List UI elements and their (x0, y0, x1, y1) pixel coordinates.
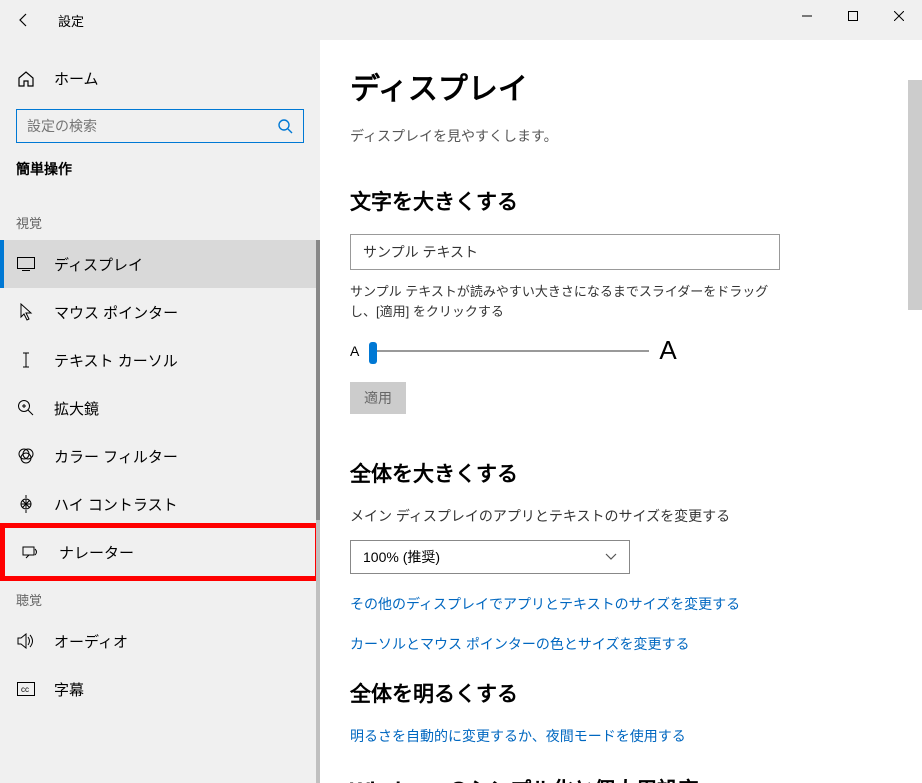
narrator-icon (21, 542, 41, 562)
sidebar-item-magnifier[interactable]: 拡大鏡 (0, 384, 320, 432)
small-a-label: A (350, 343, 359, 359)
slider-thumb[interactable] (369, 342, 377, 364)
home-label: ホーム (54, 68, 99, 89)
content-scrollbar-thumb[interactable] (908, 80, 922, 310)
sidebar-item-narrator[interactable]: ナレーター (5, 528, 315, 576)
minimize-icon (802, 11, 812, 21)
sidebar-item-label: ディスプレイ (54, 254, 143, 275)
back-button[interactable] (0, 0, 48, 40)
close-icon (894, 11, 904, 21)
magnifier-icon (16, 398, 36, 418)
high-contrast-icon (16, 494, 36, 514)
home-icon (16, 69, 36, 89)
chevron-down-icon (605, 553, 617, 561)
link-cursor-pointer[interactable]: カーソルとマウス ポインターの色とサイズを変更する (350, 634, 892, 654)
arrow-left-icon (16, 12, 32, 28)
maximize-icon (848, 11, 858, 21)
display-icon (16, 254, 36, 274)
text-size-slider-row: A A (350, 335, 892, 366)
page-title: ディスプレイ (350, 64, 892, 108)
section-text-size-heading: 文字を大きくする (350, 186, 892, 216)
sidebar-item-color-filter[interactable]: カラー フィルター (0, 432, 320, 480)
link-brightness[interactable]: 明るさを自動的に変更するか、夜間モードを使用する (350, 726, 892, 746)
sample-text-box: サンプル テキスト (350, 234, 780, 270)
text-size-slider[interactable] (369, 350, 649, 352)
sidebar-item-label: テキスト カーソル (54, 350, 178, 371)
sidebar-item-mouse-pointer[interactable]: マウス ポインター (0, 288, 320, 336)
window-controls (784, 0, 922, 32)
maximize-button[interactable] (830, 0, 876, 32)
sidebar-item-label: ナレーター (59, 542, 134, 563)
minimize-button[interactable] (784, 0, 830, 32)
section-brightness-heading: 全体を明るくする (350, 678, 892, 708)
section-simplify-heading: Windows のシンプル化と個人用設定 (350, 774, 892, 783)
color-filter-icon (16, 446, 36, 466)
scale-help-text: メイン ディスプレイのアプリとテキストのサイズを変更する (350, 506, 892, 526)
search-input-box[interactable] (16, 109, 304, 143)
section-vision-label: 視覚 (0, 199, 320, 240)
sidebar-item-label: 拡大鏡 (54, 398, 99, 419)
scale-dropdown[interactable]: 100% (推奨) (350, 540, 630, 574)
window-title: 設定 (58, 11, 84, 30)
sidebar-item-high-contrast[interactable]: ハイ コントラスト (0, 480, 320, 528)
caption-icon: cc (16, 679, 36, 699)
sidebar-item-label: マウス ポインター (54, 302, 178, 323)
sidebar-item-caption[interactable]: cc 字幕 (0, 665, 320, 713)
close-button[interactable] (876, 0, 922, 32)
section-hearing-label: 聴覚 (0, 576, 320, 617)
search-icon (277, 118, 293, 134)
content-area: ディスプレイ ディスプレイを見やすくします。 文字を大きくする サンプル テキス… (320, 40, 922, 783)
audio-icon (16, 631, 36, 651)
svg-text:cc: cc (21, 685, 29, 694)
pointer-icon (16, 302, 36, 322)
sidebar-item-label: 字幕 (54, 679, 84, 700)
section-scale-heading: 全体を大きくする (350, 458, 892, 488)
search-input[interactable] (27, 118, 277, 134)
home-nav[interactable]: ホーム (0, 60, 320, 97)
content-scrollbar[interactable] (908, 80, 922, 783)
apply-button[interactable]: 適用 (350, 382, 406, 414)
sidebar-item-audio[interactable]: オーディオ (0, 617, 320, 665)
titlebar: 設定 (0, 0, 922, 40)
text-cursor-icon (16, 350, 36, 370)
large-a-label: A (659, 335, 676, 366)
category-title: 簡単操作 (0, 159, 320, 199)
dropdown-value: 100% (推奨) (363, 547, 440, 567)
sidebar: ホーム 簡単操作 視覚 ディスプレイ マウス ポインター テキスト カーソル 拡… (0, 40, 320, 783)
sidebar-item-label: カラー フィルター (54, 446, 178, 467)
sidebar-item-label: ハイ コントラスト (54, 494, 178, 515)
sample-help-text: サンプル テキストが読みやすい大きさになるまでスライダーをドラッグし、[適用] … (350, 282, 780, 321)
page-subtitle: ディスプレイを見やすくします。 (350, 126, 892, 146)
sidebar-item-text-cursor[interactable]: テキスト カーソル (0, 336, 320, 384)
sidebar-item-display[interactable]: ディスプレイ (0, 240, 320, 288)
highlight-box: ナレーター (0, 523, 320, 581)
sidebar-item-label: オーディオ (54, 631, 128, 652)
link-other-displays[interactable]: その他のディスプレイでアプリとテキストのサイズを変更する (350, 594, 892, 614)
